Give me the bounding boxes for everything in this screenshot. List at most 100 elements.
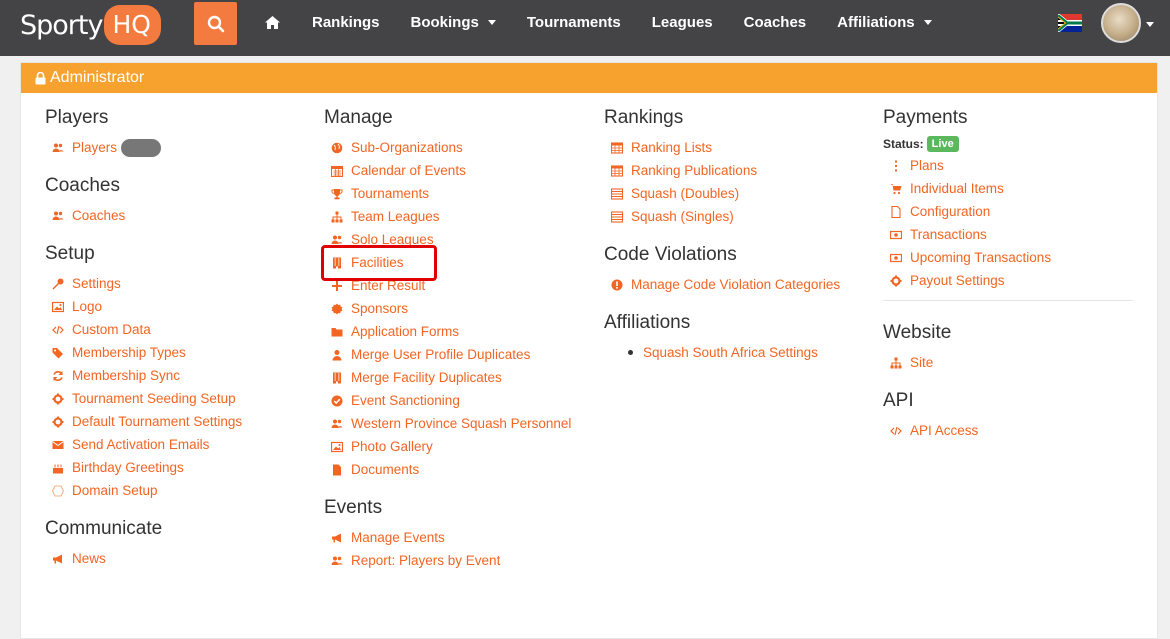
nav-home[interactable] [264,15,281,30]
code-icon [889,424,903,438]
manage-event-sanctioning-link[interactable]: Event Sanctioning [324,389,571,412]
nav-rankings[interactable]: Rankings [312,14,380,31]
coaches-link[interactable]: Coaches [45,204,242,227]
setup-settings-link[interactable]: Settings [45,272,242,295]
list-icon [610,187,624,201]
payments-upcoming-transactions-link[interactable]: Upcoming Transactions [883,246,1133,269]
setup-membership-sync-link[interactable]: Membership Sync [45,364,242,387]
search-button[interactable] [194,2,237,45]
manage-sub-organizations-link[interactable]: Sub-Organizations [324,136,571,159]
section-divider [883,300,1133,301]
manage-merge-facility-duplicates-link[interactable]: Merge Facility Duplicates [324,366,571,389]
nav-affiliations[interactable]: Affiliations [837,14,932,31]
manage-merge-user-profile-duplicates-link[interactable]: Merge User Profile Duplicates [324,343,571,366]
ellipsis-vertical-icon [889,159,903,173]
users-icon [330,554,344,568]
payments-status: Status: Live [883,134,1133,154]
website-heading: Website [883,322,952,343]
logo-hq-badge: HQ [104,5,161,45]
image-icon [330,440,344,454]
exclamation-circle-icon [610,278,624,292]
top-navbar: Sporty HQ Rankings Bookings Tournaments … [0,0,1170,56]
setup-send-activation-emails-link[interactable]: Send Activation Emails [45,433,242,456]
rankings-ranking-publications-link[interactable]: Ranking Publications [604,159,840,182]
players-count-toggle[interactable] [121,138,162,157]
users-icon [51,141,65,155]
lock-icon [35,71,46,84]
payments-configuration-link[interactable]: Configuration [883,200,1133,223]
nav-leagues[interactable]: Leagues [652,14,713,31]
manage-tournaments-link[interactable]: Tournaments [324,182,571,205]
facilities-highlight-box [321,245,437,281]
nav-tournaments[interactable]: Tournaments [527,14,621,31]
column-2: Manage Sub-Organizations Calendar of Eve… [324,106,571,572]
image-icon [51,300,65,314]
manage-photo-gallery-link[interactable]: Photo Gallery [324,435,571,458]
setup-domain-setup-link[interactable]: Domain Setup [45,479,242,502]
manage-wp-squash-personnel-link[interactable]: Western Province Squash Personnel [324,412,571,435]
setup-birthday-greetings-link[interactable]: Birthday Greetings [45,456,242,479]
communicate-heading: Communicate [45,518,163,539]
user-avatar[interactable] [1101,3,1141,43]
payments-plans-link[interactable]: Plans [883,154,1133,177]
api-access-link[interactable]: API Access [883,419,1133,442]
setup-tournament-seeding-link[interactable]: Tournament Seeding Setup [45,387,242,410]
rankings-squash-singles-link[interactable]: Squash (Singles) [604,205,840,228]
trophy-icon [330,187,344,201]
panel-header: Administrator [21,63,1157,93]
column-1: Players Players Coaches Coaches Setup Se… [45,106,242,570]
manage-application-forms-link[interactable]: Application Forms [324,320,571,343]
rankings-ranking-lists-link[interactable]: Ranking Lists [604,136,840,159]
nav-coaches[interactable]: Coaches [744,14,807,31]
payments-payout-settings-link[interactable]: Payout Settings [883,269,1133,292]
manage-team-leagues-link[interactable]: Team Leagues [324,205,571,228]
list-icon [610,210,624,224]
chevron-down-icon [487,20,496,25]
status-badge: Live [926,136,959,152]
website-site-link[interactable]: Site [883,351,1133,374]
bullhorn-icon [51,552,65,566]
bullet-icon [628,350,633,355]
rankings-heading: Rankings [604,107,684,128]
nav-bookings[interactable]: Bookings [411,14,496,31]
home-icon [265,16,280,29]
manage-sponsors-link[interactable]: Sponsors [324,297,571,320]
setup-logo-link[interactable]: Logo [45,295,242,318]
south-africa-flag-icon[interactable] [1058,14,1082,32]
column-3: Rankings Ranking Lists Ranking Publicati… [604,106,840,364]
sitemap-icon [889,356,903,370]
sportyhq-logo[interactable]: Sporty HQ [20,5,161,45]
user-icon [330,348,344,362]
table-icon [610,141,624,155]
setup-custom-data-link[interactable]: Custom Data [45,318,242,341]
chevron-down-icon[interactable] [1146,22,1154,27]
communicate-news-link[interactable]: News [45,547,242,570]
events-manage-events-link[interactable]: Manage Events [324,526,571,549]
certificate-icon [330,302,344,316]
payments-individual-items-link[interactable]: Individual Items [883,177,1133,200]
setup-membership-types-link[interactable]: Membership Types [45,341,242,364]
rankings-squash-doubles-link[interactable]: Squash (Doubles) [604,182,840,205]
search-icon [207,15,224,32]
cart-icon [889,182,903,196]
events-report-players-by-event-link[interactable]: Report: Players by Event [324,549,571,572]
column-4: Payments Status: Live Plans Individual I… [883,106,1133,442]
players-link[interactable]: Players [45,136,242,159]
squash-south-africa-settings-link[interactable]: Squash South Africa Settings [604,341,840,364]
calendar-icon [330,164,344,178]
manage-calendar-of-events-link[interactable]: Calendar of Events [324,159,571,182]
sitemap-icon [330,210,344,224]
cog-icon [889,274,903,288]
setup-default-tournament-settings-link[interactable]: Default Tournament Settings [45,410,242,433]
payments-transactions-link[interactable]: Transactions [883,223,1133,246]
code-violations-heading: Code Violations [604,244,737,265]
chevron-down-icon [923,20,932,25]
manage-heading: Manage [324,107,393,128]
players-heading: Players [45,107,109,128]
check-circle-icon [330,394,344,408]
manage-documents-link[interactable]: Documents [324,458,571,481]
refresh-icon [51,369,65,383]
events-heading: Events [324,497,383,518]
manage-code-violation-categories-link[interactable]: Manage Code Violation Categories [604,273,840,296]
folder-icon [330,325,344,339]
